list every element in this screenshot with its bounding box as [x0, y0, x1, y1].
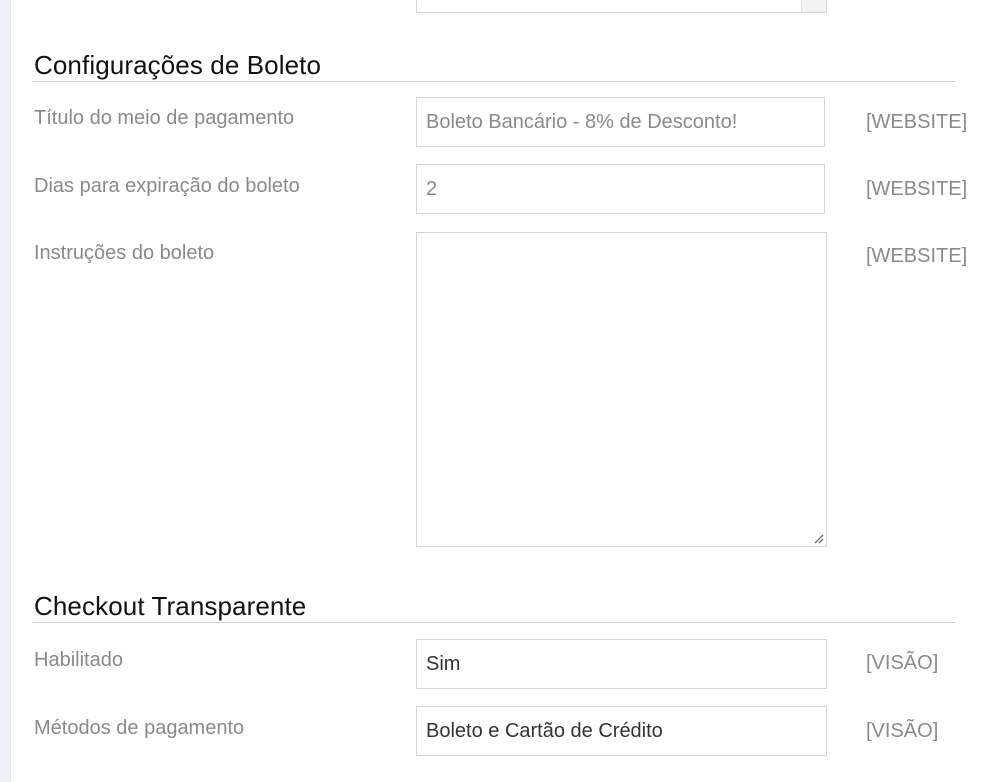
select-arrow-box[interactable]	[801, 0, 826, 12]
boleto-instructions-textarea[interactable]	[416, 232, 827, 547]
previous-select-field[interactable]	[416, 0, 827, 13]
section-divider	[33, 622, 955, 623]
checkout-section-title: Checkout Transparente	[34, 591, 307, 621]
boleto-expiration-label: Dias para expiração do boleto	[34, 175, 300, 197]
scope-label: [VISÃO]	[866, 652, 939, 674]
payment-title-label: Título do meio de pagamento	[34, 107, 295, 129]
scope-label: [VISÃO]	[866, 720, 939, 742]
payment-methods-label: Métodos de pagamento	[34, 717, 245, 739]
boleto-expiration-input[interactable]: 2	[416, 164, 825, 214]
payment-methods-select[interactable]: Boleto e Cartão de Crédito	[416, 706, 827, 756]
left-rail	[0, 0, 11, 782]
scope-label: [WEBSITE]	[866, 178, 968, 200]
config-page: Configurações de Boleto Título do meio d…	[0, 0, 997, 782]
boleto-section-title: Configurações de Boleto	[34, 50, 322, 80]
resize-grip-icon[interactable]	[812, 532, 824, 544]
enabled-select[interactable]: Sim	[416, 639, 827, 689]
boleto-instructions-label: Instruções do boleto	[34, 242, 215, 264]
payment-title-input[interactable]: Boleto Bancário - 8% de Desconto!	[416, 97, 825, 147]
scope-label: [WEBSITE]	[866, 111, 968, 133]
section-divider	[33, 81, 955, 82]
enabled-label: Habilitado	[34, 649, 123, 671]
scope-label: [WEBSITE]	[866, 245, 968, 267]
